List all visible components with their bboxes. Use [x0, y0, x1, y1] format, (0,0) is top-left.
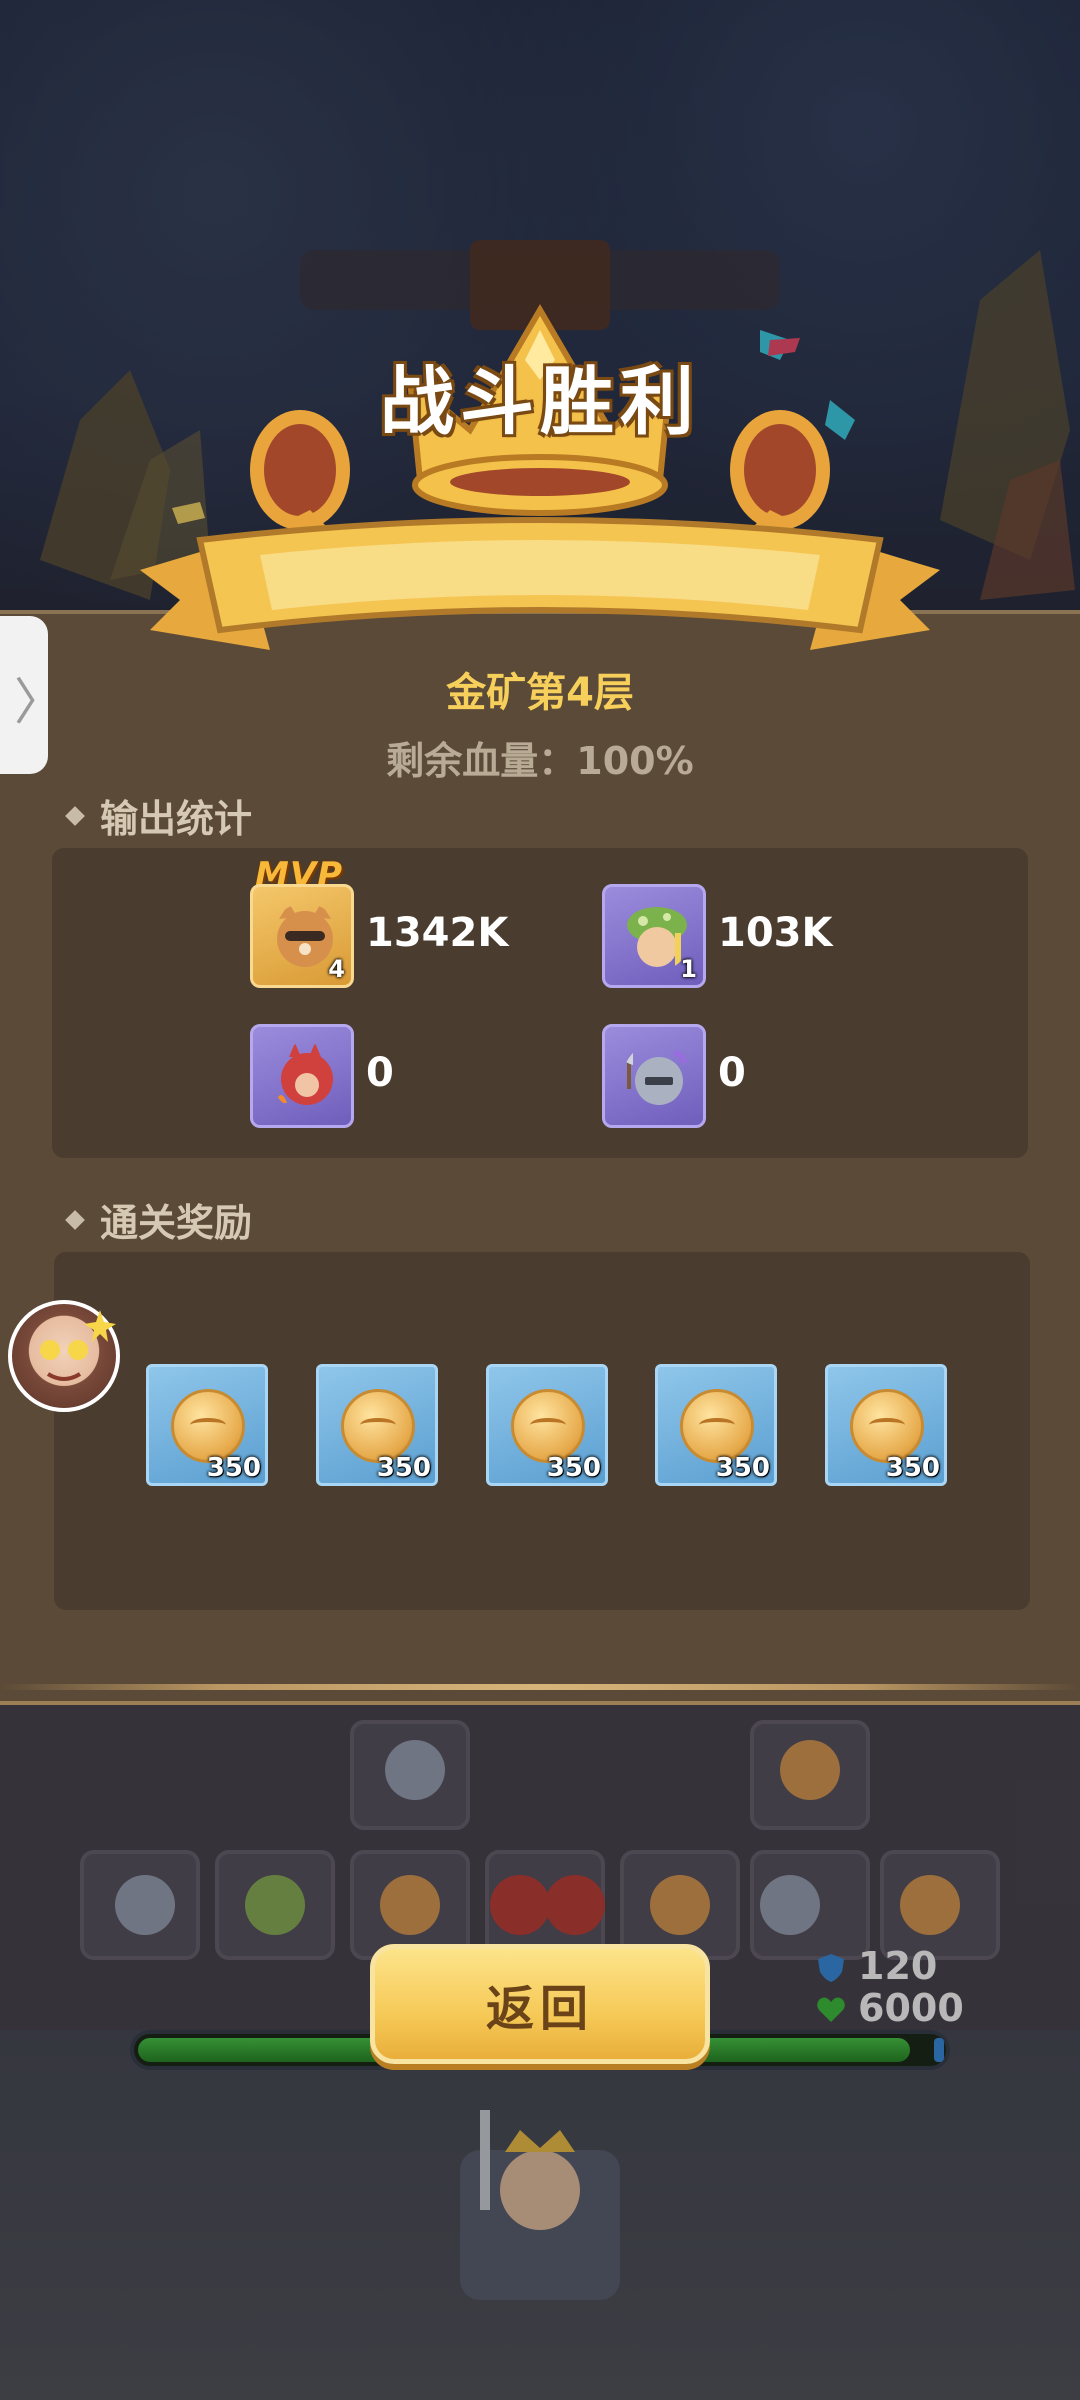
hero-slot-raccoon-gunner[interactable]: 4: [250, 884, 354, 988]
reward-item[interactable]: 350: [486, 1364, 608, 1486]
chevron-right-icon: 〉: [14, 673, 64, 731]
remaining-hp-text: 剩余血量：100%: [386, 739, 694, 783]
floating-assistant-avatar[interactable]: [8, 1300, 120, 1412]
reward-count: 350: [376, 1453, 431, 1483]
victory-banner: 战斗胜利: [0, 270, 1080, 670]
output-stats-box: [52, 848, 1028, 1158]
reward-item[interactable]: 350: [316, 1364, 438, 1486]
gold-coin-icon: [511, 1389, 585, 1463]
reward-count: 350: [206, 1453, 261, 1483]
panel-divider: [0, 1684, 1080, 1690]
hero-level: 4: [328, 955, 345, 983]
hero-slot-mushroom-mage[interactable]: 1: [602, 884, 706, 988]
gold-coin-icon: [171, 1389, 245, 1463]
gold-coin-icon: [341, 1389, 415, 1463]
victory-title: 战斗胜利: [380, 359, 700, 445]
hero-slot-fire-imp[interactable]: [250, 1024, 354, 1128]
hero-damage: 103K: [718, 910, 833, 956]
gold-coin-icon: [680, 1389, 754, 1463]
hero-level: 1: [680, 955, 697, 983]
rewards-title: 通关奖励: [100, 1201, 253, 1245]
reward-count: 350: [715, 1453, 770, 1483]
rewards-heading: 通关奖励: [65, 1192, 253, 1247]
diamond-bullet-icon: [65, 1209, 85, 1230]
hero-damage: 0: [366, 1050, 394, 1096]
hero-slot-axe-knight[interactable]: [602, 1024, 706, 1128]
reward-item[interactable]: 350: [655, 1364, 777, 1486]
side-drawer-handle[interactable]: 〉: [0, 616, 64, 774]
gold-coin-icon: [850, 1389, 924, 1463]
hero-damage: 0: [718, 1050, 746, 1096]
reward-item[interactable]: 350: [146, 1364, 268, 1486]
reward-count: 350: [546, 1453, 601, 1483]
axe-knight-portrait: [623, 1049, 687, 1105]
dungeon-level-title: 金矿第4层: [446, 670, 634, 716]
crown-banner-graphic: [140, 304, 940, 650]
diamond-bullet-icon: [65, 805, 85, 826]
output-stats-heading: 输出统计: [65, 788, 253, 843]
assistant-face-icon: [40, 1310, 116, 1381]
output-stats-title: 输出统计: [100, 797, 253, 841]
hero-damage: 1342K: [366, 910, 509, 956]
fire-imp-portrait: [275, 1043, 333, 1105]
return-button[interactable]: 返回: [370, 1944, 710, 2064]
reward-count: 350: [885, 1453, 940, 1483]
reward-item[interactable]: 350: [825, 1364, 947, 1486]
